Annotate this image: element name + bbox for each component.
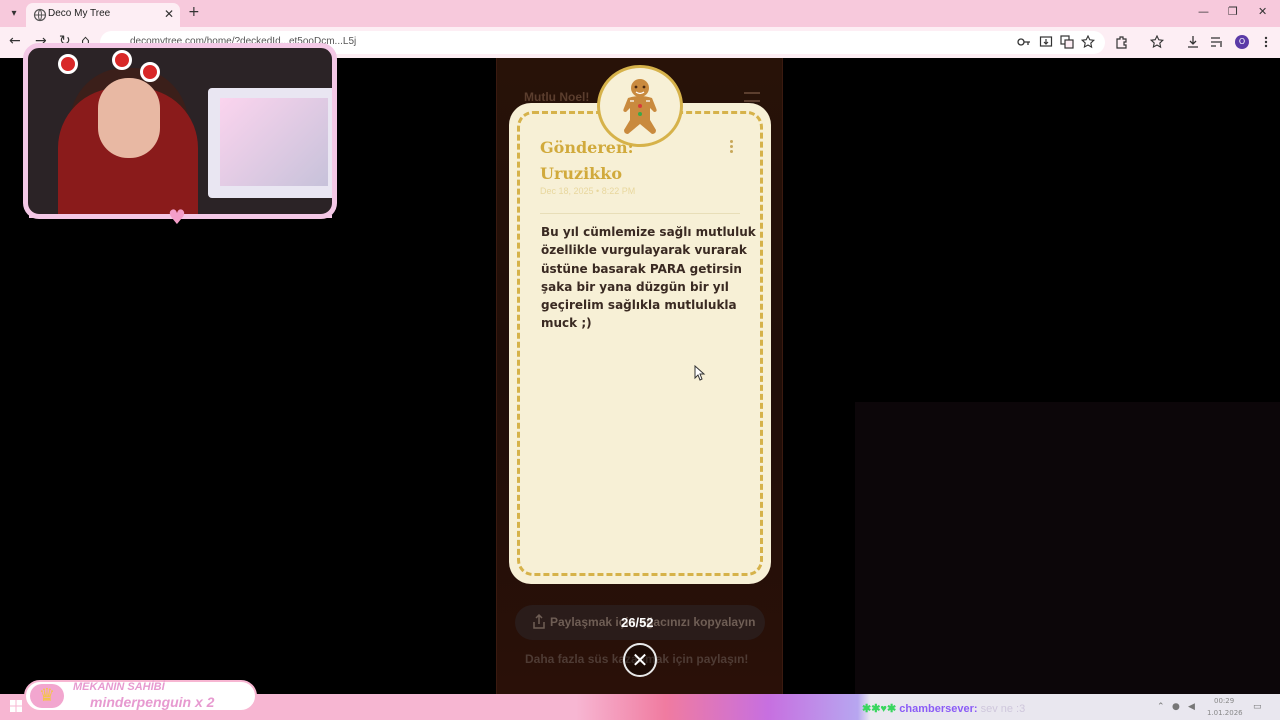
webcam-frame-accent: [29, 215, 154, 218]
message-counter: 26/52: [621, 615, 654, 630]
new-tab-button[interactable]: +: [188, 4, 200, 20]
screen: ▾ Deco My Tree ✕ + — ❐ ✕ ← → ↻ ⌂ decomyt…: [0, 0, 1280, 720]
clock-date: 1.01.2026: [1207, 709, 1243, 717]
santa-hat-ornament: [112, 50, 132, 70]
background-heading: Mutlu Noel!: [524, 90, 590, 104]
webcam-pc-case: [208, 88, 332, 198]
message-line: özellikle vurgulayarak vurarak: [541, 243, 747, 257]
dim-panel: [855, 402, 1280, 694]
message-line: şaka bir yana düzgün bir yıl: [541, 280, 729, 294]
install-app-icon[interactable]: [1039, 35, 1053, 49]
tab-deco-my-tree[interactable]: Deco My Tree ✕: [26, 3, 180, 27]
back-arrow-icon[interactable]: ←: [9, 33, 21, 49]
webcam-frame-accent: [204, 215, 332, 218]
share-icon: [533, 614, 545, 629]
hamburger-menu-icon: [744, 92, 760, 102]
notifications-icon[interactable]: ▭: [1253, 702, 1262, 712]
windows-start-icon[interactable]: [10, 700, 22, 712]
clock-time: 00:29: [1214, 697, 1235, 705]
top-supporter-name: minderpenguin x 2: [90, 694, 215, 710]
webcam-streamer-face: [98, 78, 160, 158]
sender-label: Gönderen:: [540, 138, 634, 157]
sender-name: Uruzikko: [540, 164, 623, 183]
media-queue-icon[interactable]: [1210, 35, 1224, 49]
minimize-button[interactable]: —: [1198, 5, 1209, 18]
microphone-icon[interactable]: ●: [1172, 702, 1180, 712]
tab-close-icon[interactable]: ✕: [164, 7, 174, 21]
close-window-button[interactable]: ✕: [1258, 5, 1267, 18]
santa-hat-ornament: [58, 54, 78, 74]
webcam-overlay: [23, 43, 337, 219]
close-icon: ✕: [631, 648, 649, 672]
chat-text: sev ne :3: [980, 703, 1026, 715]
extensions-icon[interactable]: [1115, 35, 1129, 49]
gingerbread-man-icon: [623, 79, 657, 134]
kebab-menu-icon[interactable]: [1259, 35, 1273, 49]
chat-message: ✱✱♥✱ chambersever: sev ne :3: [862, 702, 1025, 715]
ornament-badge: [597, 65, 683, 147]
top-supporter-title: MEKANIN SAHİBİ: [73, 681, 165, 693]
volume-icon[interactable]: ◀: [1188, 702, 1195, 712]
bookmark-star-icon[interactable]: [1081, 35, 1095, 49]
browser-tab-bar: ▾ Deco My Tree ✕ + — ❐ ✕: [0, 0, 1280, 27]
globe-icon: [33, 8, 47, 22]
message-line: üstüne basarak PARA getirsin: [541, 262, 742, 276]
key-icon[interactable]: [1017, 35, 1031, 49]
restore-button[interactable]: ❐: [1228, 5, 1238, 18]
profile-avatar[interactable]: O: [1235, 35, 1249, 49]
tab-title: Deco My Tree: [48, 8, 111, 19]
chat-badge-icons: ✱✱♥✱: [862, 703, 897, 715]
favorites-icon[interactable]: [1150, 35, 1164, 49]
tab-search-chevron-icon[interactable]: ▾: [6, 6, 22, 22]
mouse-cursor-icon: [694, 365, 706, 381]
tray-chevron-icon[interactable]: ⌃: [1157, 702, 1165, 712]
message-date: Dec 18, 2025 • 8:22 PM: [540, 186, 636, 196]
chat-username: chambersever:: [899, 703, 978, 715]
santa-hat-ornament: [140, 62, 160, 82]
message-line: muck ;): [541, 316, 592, 330]
card-divider: [540, 213, 740, 214]
message-line: geçirelim sağlıkla mutlulukla: [541, 298, 737, 312]
downloads-icon[interactable]: [1186, 35, 1200, 49]
crown-icon: ♛: [30, 684, 64, 708]
heart-icon: ♥: [168, 205, 186, 229]
translate-icon[interactable]: [1060, 35, 1074, 49]
message-options-icon[interactable]: [726, 140, 736, 156]
close-message-button[interactable]: ✕: [623, 643, 657, 677]
message-line: Bu yıl cümlemize sağlı mutluluk: [541, 225, 756, 239]
